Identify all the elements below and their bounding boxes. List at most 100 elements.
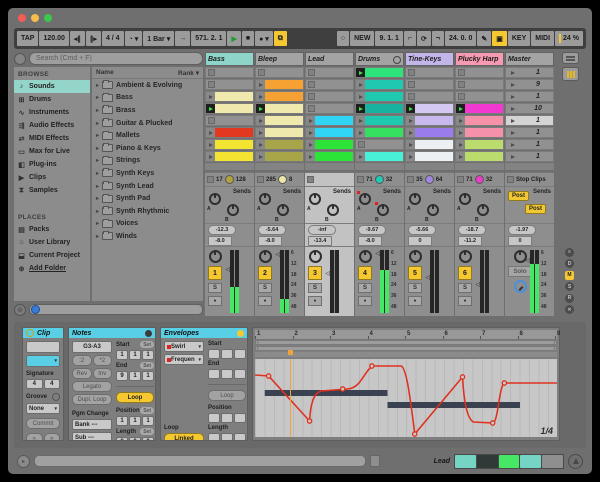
clip[interactable] <box>365 68 403 77</box>
clip[interactable] <box>465 140 503 149</box>
arm-button[interactable]: ● <box>208 296 222 306</box>
time-value-field[interactable] <box>208 433 220 441</box>
clip-slot[interactable] <box>205 67 254 78</box>
clip-launch-button[interactable] <box>206 104 215 113</box>
invert-button[interactable]: Inv <box>93 368 113 379</box>
clip-launch-button[interactable] <box>256 80 265 89</box>
track-stop-button[interactable] <box>257 176 264 183</box>
folder-row[interactable]: ▸Brass <box>92 104 203 117</box>
key-map-toggle[interactable]: KEY <box>508 31 530 46</box>
send-b-knob[interactable] <box>327 204 339 216</box>
clip-slot[interactable] <box>405 67 454 78</box>
clip-slot[interactable] <box>305 139 354 150</box>
folder-row[interactable]: ▸Synth Pad <box>92 192 203 205</box>
clip-slot[interactable] <box>355 127 404 138</box>
tap-tempo-button[interactable]: TAP <box>17 31 38 46</box>
track-activator-button[interactable]: 5 <box>408 266 422 280</box>
clip[interactable] <box>265 152 303 161</box>
send-b-knob[interactable] <box>477 204 489 216</box>
gain-display[interactable]: 0 <box>408 236 432 246</box>
send-b-knob[interactable] <box>227 204 239 216</box>
send-a-knob[interactable] <box>259 193 271 205</box>
quantization-menu[interactable]: 1 Bar ▾ <box>143 31 174 46</box>
breakpoint-handle[interactable] <box>502 381 506 385</box>
solo-button[interactable]: S <box>308 283 322 293</box>
clip[interactable] <box>415 152 453 161</box>
env-start-fields[interactable] <box>208 349 246 359</box>
scene-slot[interactable]: 1 <box>505 139 554 150</box>
time-value-field[interactable]: 1 <box>129 416 141 426</box>
clip-launch-button[interactable] <box>256 128 265 137</box>
midi-overdub-toggle[interactable]: ⧉ <box>274 31 287 46</box>
beat-ruler[interactable]: 123456789 <box>255 330 557 340</box>
time-value-field[interactable]: 1 <box>116 350 128 360</box>
new-button[interactable]: NEW <box>350 31 374 46</box>
clip-slot[interactable] <box>255 91 304 102</box>
session-record-button[interactable]: ○ <box>337 31 349 46</box>
clip-slot[interactable] <box>305 91 354 102</box>
fader-handle-icon[interactable]: ◁ <box>425 276 430 281</box>
clip-launch-button[interactable] <box>256 152 265 161</box>
fader-handle-icon[interactable]: ◁ <box>475 283 480 288</box>
scene-slot[interactable]: 1 <box>505 151 554 162</box>
clip-launch-button[interactable] <box>256 116 265 125</box>
breakpoint-handle[interactable] <box>307 419 311 423</box>
breakpoint-handle[interactable] <box>491 421 495 425</box>
clip-launch-button[interactable] <box>456 116 465 125</box>
track-header[interactable]: Bleep <box>255 52 304 66</box>
folder-row[interactable]: ▸Winds <box>92 230 203 243</box>
sidebar-item-audio-effects[interactable]: ⇶Audio Effects <box>14 119 90 132</box>
volume-display[interactable]: -12.3 <box>208 225 236 235</box>
fader-handle-icon[interactable]: ◁ <box>375 252 380 257</box>
clip-launch-button[interactable] <box>356 80 365 89</box>
cpu-meter[interactable]: 24 % <box>555 31 583 46</box>
clip-slot[interactable] <box>255 79 304 90</box>
clip[interactable] <box>265 116 303 125</box>
folder-row[interactable]: ▸Synth Keys <box>92 167 203 180</box>
stop-button[interactable]: ■ <box>242 31 254 46</box>
solo-button[interactable]: S <box>458 283 472 293</box>
places-item-add-folder[interactable]: ⊕Add Folder <box>14 262 90 275</box>
folder-row[interactable]: ▸Strings <box>92 155 203 168</box>
track-stop-button[interactable] <box>307 176 314 183</box>
clip-color-chooser[interactable]: ▾ <box>26 355 60 367</box>
clip-launch-button[interactable] <box>206 92 215 101</box>
clip-slot[interactable] <box>455 91 504 102</box>
track-activator-button[interactable]: 6 <box>458 266 472 280</box>
envelope-grid[interactable]: 1/4 <box>255 359 557 437</box>
send-a-knob[interactable] <box>409 193 421 205</box>
time-value-field[interactable] <box>208 413 220 423</box>
time-value-field[interactable]: 1 <box>142 416 154 426</box>
clip-launch-button[interactable] <box>456 104 465 113</box>
clip-launch-button[interactable] <box>406 128 415 137</box>
clip-slot[interactable] <box>405 91 454 102</box>
clip-launch-button[interactable] <box>406 104 415 113</box>
loop-brace-top[interactable]: ‹› <box>255 340 557 345</box>
send-b-pre-post-toggle[interactable]: Post <box>525 204 546 214</box>
time-value-field[interactable]: 1 <box>129 371 141 381</box>
volume-display[interactable]: -5.64 <box>258 225 286 235</box>
clip[interactable] <box>415 116 453 125</box>
send-b-knob[interactable] <box>377 204 389 216</box>
nudge-down-button[interactable]: ◂∥ <box>70 31 85 46</box>
clip-stop-button[interactable] <box>358 141 365 148</box>
clip[interactable] <box>465 152 503 161</box>
clip-slot[interactable] <box>205 115 254 126</box>
track-activator-button[interactable]: 2 <box>258 266 272 280</box>
nudge-forward-button[interactable]: » <box>44 433 61 441</box>
clip-slot[interactable] <box>205 151 254 162</box>
track-activator-button[interactable]: 1 <box>208 266 222 280</box>
signature-denominator-field[interactable]: 4 <box>44 379 61 389</box>
track-stop-button[interactable] <box>357 176 364 183</box>
time-value-field[interactable] <box>234 433 246 441</box>
clip-slot[interactable] <box>355 151 404 162</box>
clip-slot[interactable] <box>205 91 254 102</box>
loop-length-display[interactable]: 24. 0. 0 <box>445 31 476 46</box>
metronome-toggle[interactable]: ◔ ▾ <box>125 31 143 46</box>
clip-slot[interactable] <box>255 67 304 78</box>
sidebar-item-samples[interactable]: ⧗Samples <box>14 184 90 197</box>
scene-launch-button[interactable] <box>508 92 517 101</box>
env-length-fields[interactable] <box>208 433 246 441</box>
punch-in-toggle[interactable]: ⌐ <box>404 31 416 46</box>
volume-display[interactable]: -18.7 <box>458 225 486 235</box>
